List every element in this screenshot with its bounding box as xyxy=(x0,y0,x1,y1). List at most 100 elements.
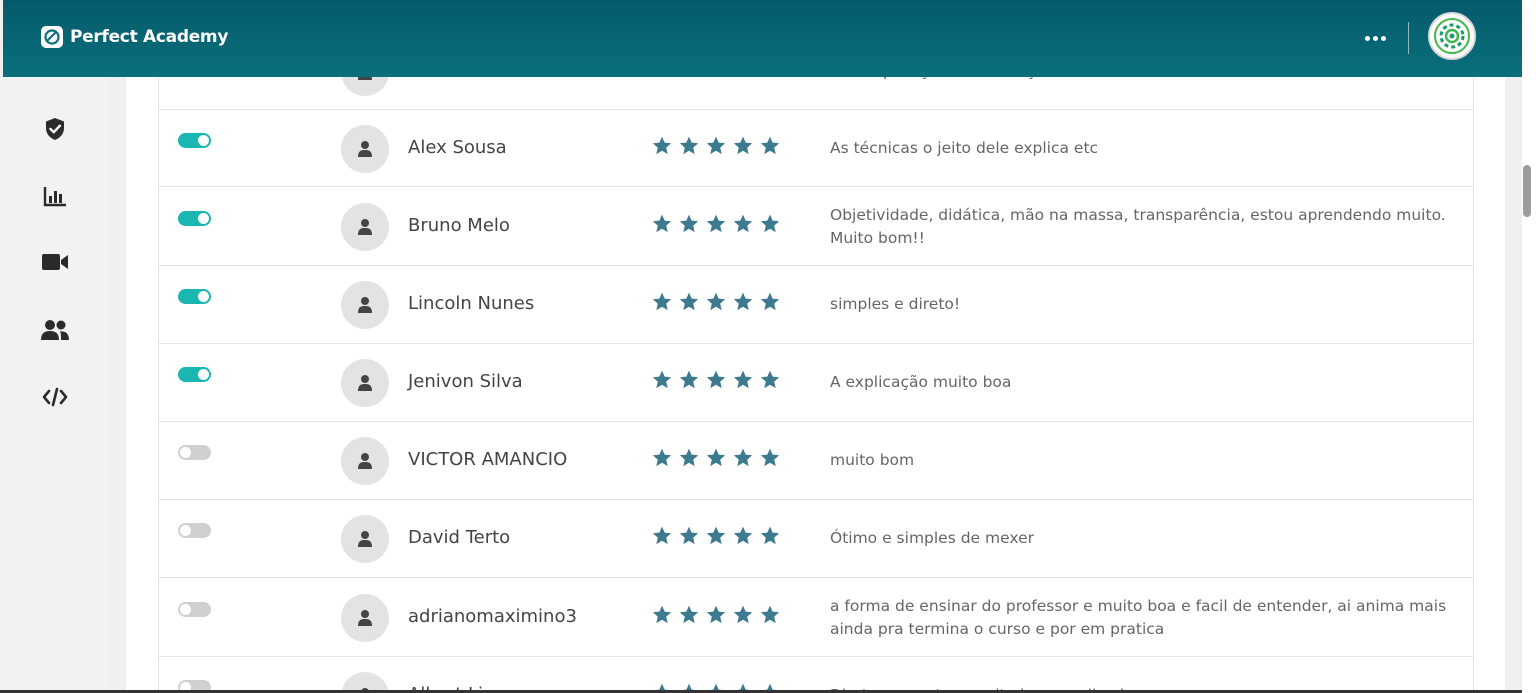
star-icon xyxy=(732,77,754,80)
toggle-knob xyxy=(180,525,191,536)
review-row: Albert LimaDireto ao ponto e muito bem e… xyxy=(159,657,1473,693)
review-comment: Boa explicação e informações diferenciad… xyxy=(830,77,1450,83)
visibility-toggle[interactable] xyxy=(178,445,211,460)
video-camera-icon[interactable] xyxy=(40,247,70,277)
toggle-knob xyxy=(198,369,209,380)
star-icon xyxy=(679,292,699,311)
star-icon xyxy=(733,605,753,623)
review-comment: a forma de ensinar do professor e muito … xyxy=(830,596,1447,638)
star-icon xyxy=(651,77,673,80)
user-avatar[interactable] xyxy=(1428,12,1476,60)
gear-logo-icon xyxy=(1434,18,1470,54)
star-icon xyxy=(679,370,699,389)
star-icon xyxy=(733,526,753,545)
visibility-toggle[interactable] xyxy=(178,601,211,617)
avatar xyxy=(341,437,389,485)
star-icon xyxy=(760,370,780,389)
star-icon xyxy=(706,292,726,311)
avatar xyxy=(341,593,389,642)
user-icon xyxy=(358,531,372,547)
star-icon xyxy=(652,370,672,389)
avatar xyxy=(341,359,389,407)
visibility-toggle[interactable] xyxy=(178,210,211,226)
reviewer-name: Lincoln Nunes xyxy=(408,293,535,314)
visibility-toggle[interactable] xyxy=(178,132,211,148)
user-icon xyxy=(358,453,372,469)
more-horizontal-icon[interactable] xyxy=(1359,24,1391,52)
user-icon xyxy=(358,77,372,80)
review-row: Lincoln Nunes simples e direto! xyxy=(159,266,1473,344)
avatar xyxy=(341,202,389,251)
avatar xyxy=(341,124,389,173)
brand-logo-icon xyxy=(41,26,63,48)
review-comment: muito bom xyxy=(830,451,915,469)
rating-stars xyxy=(651,447,781,469)
star-icon xyxy=(760,448,780,467)
star-icon xyxy=(679,605,699,623)
star-icon xyxy=(760,136,780,154)
reviewer-name: Alex Sousa xyxy=(408,136,507,158)
user-icon xyxy=(358,218,372,235)
star-icon xyxy=(733,214,753,232)
star-icon xyxy=(706,526,726,545)
review-comment: As técnicas o jeito dele explica etc xyxy=(830,138,1099,157)
users-icon[interactable] xyxy=(40,315,70,345)
visibility-toggle[interactable] xyxy=(178,289,211,304)
rating-stars xyxy=(651,77,781,80)
rating-stars xyxy=(651,369,781,391)
star-icon xyxy=(678,77,700,80)
star-icon xyxy=(706,370,726,389)
rating-stars xyxy=(651,291,781,313)
code-icon[interactable] xyxy=(40,382,70,412)
star-icon xyxy=(679,448,699,467)
visibility-toggle[interactable] xyxy=(178,523,211,538)
toggle-knob xyxy=(198,291,209,302)
review-row: Bruno Melo Objetividade, didática, mão na… xyxy=(159,187,1473,266)
star-icon xyxy=(705,77,727,80)
top-header: Perfect Academy xyxy=(3,0,1522,77)
star-icon xyxy=(733,136,753,154)
user-icon xyxy=(358,375,372,391)
bar-chart-icon[interactable] xyxy=(40,181,70,211)
reviewer-name: leonardobarrosuoz xyxy=(408,77,576,81)
sidebar xyxy=(0,77,109,693)
star-icon xyxy=(679,136,699,154)
review-comment: Ótimo e simples de mexer xyxy=(830,529,1034,547)
star-icon xyxy=(652,136,672,154)
review-row: adrianomaximino3 a forma de ensinar do pr… xyxy=(159,578,1473,657)
scrollbar-track[interactable] xyxy=(1522,0,1536,693)
star-icon xyxy=(760,605,780,623)
rating-stars xyxy=(651,135,781,157)
star-icon xyxy=(652,448,672,467)
reviewer-name: Jenivon Silva xyxy=(408,371,523,392)
user-icon xyxy=(358,609,372,626)
toggle-knob xyxy=(180,447,191,458)
review-row: Jenivon Silva A explicação muito boa xyxy=(159,344,1473,422)
shield-check-icon[interactable] xyxy=(40,114,70,144)
star-icon xyxy=(706,136,726,154)
toggle-knob xyxy=(180,603,191,615)
visibility-toggle[interactable] xyxy=(178,367,211,382)
star-icon xyxy=(706,605,726,623)
avatar xyxy=(341,515,389,563)
star-icon xyxy=(652,292,672,311)
toggle-knob xyxy=(198,134,209,146)
rating-stars xyxy=(651,525,781,547)
avatar xyxy=(341,77,389,96)
review-row: Alex Sousa As técnicas o jeito dele expli… xyxy=(159,110,1473,187)
star-icon xyxy=(652,605,672,623)
reviewer-name: Bruno Melo xyxy=(408,214,510,236)
reviewer-name: David Terto xyxy=(408,527,511,548)
star-icon xyxy=(759,77,781,80)
star-icon xyxy=(760,526,780,545)
star-icon xyxy=(760,214,780,232)
star-icon xyxy=(652,214,672,232)
brand[interactable]: Perfect Academy xyxy=(41,26,228,48)
review-comment: simples e direto! xyxy=(830,295,961,313)
scrollbar-thumb[interactable] xyxy=(1523,165,1531,217)
reviewer-name: adrianomaximino3 xyxy=(408,605,577,627)
review-comment: A explicação muito boa xyxy=(830,373,1012,391)
star-icon xyxy=(733,448,753,467)
star-icon xyxy=(733,292,753,311)
review-comment: Objetividade, didática, mão na massa, tr… xyxy=(830,205,1446,247)
